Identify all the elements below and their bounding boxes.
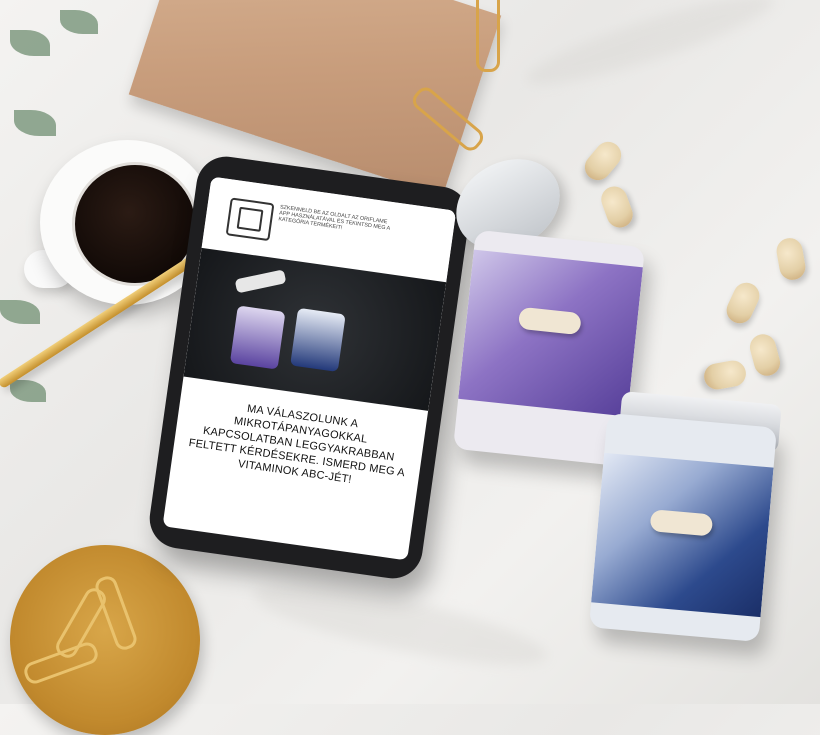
tablet: [747, 331, 783, 379]
tablet: [597, 182, 637, 232]
tablet: [722, 278, 764, 328]
paperclip: [92, 573, 140, 653]
eucalyptus-leaf: [14, 110, 56, 136]
mini-jar-lid: [234, 269, 287, 294]
eucalyptus-leaf: [10, 380, 46, 402]
jar-label: [591, 452, 774, 618]
smartphone: SZKENNELD BE AZ OLDALT AZ ORIFLAME APP H…: [145, 152, 474, 583]
qr-instruction-text: SZKENNELD BE AZ OLDALT AZ ORIFLAME APP H…: [277, 204, 391, 232]
tablet: [579, 136, 627, 186]
eucalyptus-leaf: [0, 300, 40, 324]
eucalyptus-leaf: [10, 30, 50, 56]
mini-jar-purple: [229, 305, 286, 370]
mini-jar-blue: [290, 307, 346, 372]
eucalyptus-leaf: [60, 10, 98, 34]
supplement-jar-blue: [588, 413, 778, 642]
paperclip: [476, 0, 500, 72]
gold-tray: [10, 545, 200, 735]
tablet: [702, 358, 748, 392]
phone-screen: SZKENNELD BE AZ OLDALT AZ ORIFLAME APP H…: [162, 176, 457, 561]
scan-icon: [225, 197, 275, 242]
tablet: [774, 236, 808, 282]
jar-label: [458, 249, 643, 417]
